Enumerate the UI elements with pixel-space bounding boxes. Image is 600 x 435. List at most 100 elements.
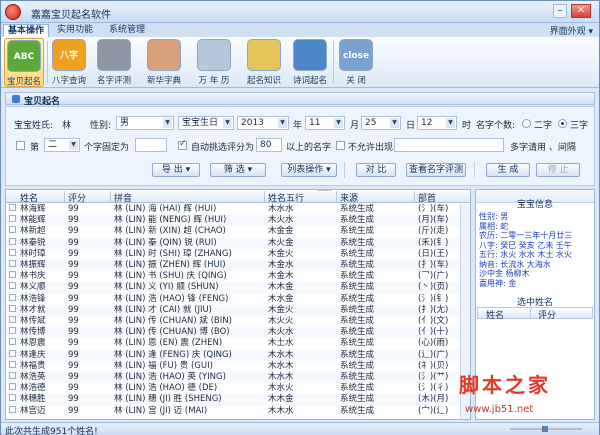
year-select[interactable]: 2013 ▼ [237, 116, 289, 130]
three-char-radio[interactable] [558, 119, 567, 128]
col-score[interactable]: 评分 [68, 191, 86, 204]
ribbon-button-evaluate[interactable]: 名字评测 [94, 38, 134, 87]
disallow-label: 不允许出现: [348, 143, 397, 153]
hour-select[interactable]: 12 ▼ [417, 116, 457, 130]
row-checkbox[interactable] [9, 394, 16, 402]
col-wuxing[interactable]: 姓名五行 [268, 191, 304, 204]
tab-system-management[interactable]: 系统管理 [105, 24, 149, 37]
ribbon-button-calendar[interactable]: 万 年 历 [194, 38, 234, 87]
row-checkbox[interactable] [9, 405, 16, 413]
row-checkbox[interactable] [9, 204, 16, 211]
table-row[interactable]: 林义顺 99 林 (LIN) 义 (YI) 顺 (SHUN) 木木金 系统生成 (丶)(页… [6, 282, 470, 294]
row-checkbox[interactable] [9, 226, 16, 234]
col-radical[interactable]: 部首 [418, 191, 436, 204]
table-row[interactable]: 林秦锐 99 林 (LIN) 秦 (QIN) 锐 (RUI) 木火金 系统生成 (禾)(钅… [6, 237, 470, 249]
table-row[interactable]: 林时璋 99 林 (LIN) 时 (SHI) 璋 (ZHANG) 木金火 系统生成 (日)… [6, 248, 470, 260]
minimize-button[interactable]: – [553, 4, 567, 18]
table-row[interactable]: 林穗胜 99 林 (LIN) 穗 (JI) 胜 (SHENG) 木木金 系统生成 (木)(… [6, 394, 470, 406]
ribbon-button-label: 宝贝起名 [6, 77, 41, 87]
view-evaluation-button[interactable]: 查看名字评测 [406, 163, 466, 177]
tab-basic-operations[interactable]: 基本操作 [3, 24, 50, 37]
ribbon-button-books[interactable]: 诗词起名 [290, 38, 330, 87]
surname-label: 宝宝姓氏: [14, 121, 54, 131]
birth-type-select[interactable]: 宝宝生日 ▼ [178, 116, 234, 130]
gender-select[interactable]: 男 ▼ [116, 116, 174, 130]
table-row[interactable]: 林书庆 99 林 (LIN) 书 (SHU) 庆 (QING) 木金木 系统生成 (乛)(… [6, 271, 470, 282]
row-checkbox[interactable] [9, 282, 16, 290]
selected-col-name[interactable]: 姓名 [486, 308, 504, 321]
row-checkbox[interactable] [9, 293, 16, 301]
compare-button[interactable]: 对 比 [356, 163, 396, 177]
col-source[interactable]: 来源 [340, 191, 358, 204]
position-value: 二 [48, 140, 58, 150]
dictionary-icon [147, 39, 181, 71]
fixed-char-input[interactable] [135, 138, 167, 152]
ribbon-button-dictionary[interactable]: 新华字典 [144, 38, 184, 87]
table-row[interactable]: 林能辉 99 林 (LIN) 能 (NENG) 辉 (HUI) 木火水 系统生成 (月)(… [6, 215, 470, 227]
row-wuxing: 木木金 [268, 394, 294, 405]
ribbon-divider [47, 41, 48, 83]
table-row[interactable]: 林逢庆 99 林 (LIN) 逢 (FENG) 庆 (QING) 木水木 系统生成 (辶)… [6, 349, 470, 361]
hour-value: 12 [421, 118, 433, 128]
filter-label: 筛 选 [223, 165, 245, 175]
ribbon-button-notepad[interactable]: 起名知识 [244, 38, 284, 87]
row-checkbox[interactable] [9, 215, 16, 223]
selected-col-score[interactable]: 评分 [538, 308, 556, 321]
zoom-slider[interactable] [506, 425, 586, 433]
col-pinyin[interactable]: 拼音 [114, 191, 132, 204]
row-checkbox[interactable] [9, 237, 16, 245]
auto-filter-checkbox[interactable] [178, 139, 187, 150]
generate-button[interactable]: 生 成 [486, 163, 530, 177]
row-checkbox[interactable] [9, 248, 16, 256]
row-checkbox[interactable] [9, 349, 16, 357]
score-input[interactable]: 80 [256, 138, 282, 152]
disallow-input[interactable] [394, 138, 504, 152]
list-operations-button[interactable]: 列表操作 ▾ [281, 163, 337, 177]
evaluate-icon [97, 39, 131, 71]
table-row[interactable]: 林振辉 99 林 (LIN) 振 (ZHEN) 辉 (HUI) 木金水 系统生成 (扌)(… [6, 260, 470, 272]
table-row[interactable]: 林福贵 99 林 (LIN) 福 (FU) 贵 (GUI) 木水木 系统生成 (礻)(贝) [6, 360, 470, 372]
ribbon-button-close[interactable]: close 关 闭 [336, 38, 376, 87]
table-row[interactable]: 林传博 99 林 (LIN) 传 (CHUAN) 博 (BO) 木火水 系统生成 (亻)(… [6, 327, 470, 339]
ribbon-button-abc[interactable]: ABC 宝贝起名 [4, 38, 44, 87]
day-select[interactable]: 25 ▼ [361, 116, 401, 130]
tab-utilities[interactable]: 实用功能 [53, 24, 97, 37]
ribbon-button-bazi[interactable]: 八字 八字查询 [49, 38, 89, 87]
col-name[interactable]: 姓名 [20, 191, 38, 204]
close-window-button[interactable]: ✕ [571, 4, 591, 18]
row-checkbox[interactable] [9, 316, 16, 323]
row-score: 99 [68, 338, 79, 349]
row-checkbox[interactable] [9, 271, 16, 279]
table-row[interactable]: 林宫迈 99 林 (LIN) 宫 (JI) 迈 (MAI) 木木水 系统生成 (宀)(辶) [6, 405, 470, 417]
row-source: 系统生成 [340, 338, 375, 349]
stop-button[interactable]: 停 止 [536, 163, 580, 177]
table-row[interactable]: 林传斌 99 林 (LIN) 传 (CHUAN) 斌 (BIN) 木火火 系统生成 (亻)… [6, 316, 470, 327]
table-row[interactable]: 林浩英 99 林 (LIN) 浩 (HAO) 英 (YING) 木水木 系统生成 (氵)(… [6, 372, 470, 384]
position-select[interactable]: 二 ▼ [44, 138, 80, 152]
table-row[interactable]: 林恩震 99 林 (LIN) 恩 (EN) 震 (ZHEN) 木土水 系统生成 (心)(雨… [6, 338, 470, 349]
row-checkbox[interactable] [9, 360, 16, 368]
row-checkbox[interactable] [9, 260, 16, 267]
fixed-char-checkbox[interactable] [16, 141, 25, 150]
row-checkbox[interactable] [9, 383, 16, 391]
zoom-thumb[interactable] [542, 426, 548, 432]
table-row[interactable]: 林海辉 99 林 (LIN) 海 (HAI) 辉 (HUI) 木水水 系统生成 (氵)(车… [6, 204, 470, 215]
table-row[interactable]: 林浩德 99 林 (LIN) 浩 (HAO) 德 (DE) 木水火 系统生成 (氵)(彳) [6, 383, 470, 394]
row-checkbox[interactable] [9, 372, 16, 379]
disallow-checkbox[interactable] [336, 141, 345, 150]
row-checkbox[interactable] [9, 338, 16, 346]
table-row[interactable]: 林浩锋 99 林 (LIN) 浩 (HAO) 锋 (FENG) 木水金 系统生成 (氵)(… [6, 293, 470, 305]
filter-button[interactable]: 筛 选 ▾ [210, 163, 266, 177]
row-checkbox[interactable] [9, 327, 16, 335]
surname-value[interactable]: 林 [62, 118, 71, 131]
row-source: 系统生成 [340, 372, 375, 382]
month-select[interactable]: 11 ▼ [305, 116, 345, 130]
table-row[interactable]: 林才就 99 林 (LIN) 才 (CAI) 就 (JIU) 木金火 系统生成 (扌)(尢… [6, 304, 470, 316]
row-name: 林时璋 [20, 248, 46, 259]
row-checkbox[interactable] [9, 304, 16, 312]
table-row[interactable]: 林新超 99 林 (LIN) 新 (XIN) 超 (CHAO) 木金金 系统生成 (斤)(… [6, 226, 470, 237]
two-char-radio[interactable] [522, 119, 531, 128]
resize-grip-icon[interactable]: ········· [317, 190, 332, 195]
theme-menu[interactable]: 界面外观 ▾ [550, 24, 593, 37]
export-button[interactable]: 导 出 ▾ [152, 163, 200, 177]
